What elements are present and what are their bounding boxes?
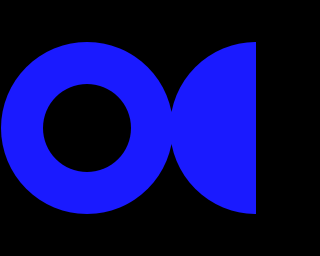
ring-hole — [43, 84, 131, 172]
ring-icon — [1, 42, 173, 214]
logo-canvas — [0, 0, 256, 256]
